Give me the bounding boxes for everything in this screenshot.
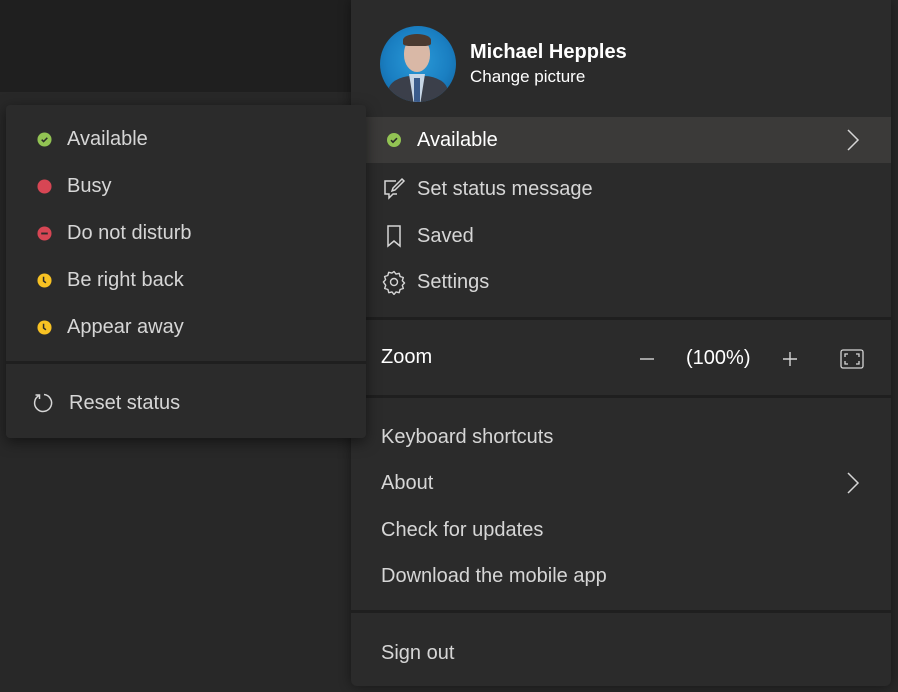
status-option-label: Do not disturb xyxy=(67,221,192,244)
do-not-disturb-icon xyxy=(37,225,52,241)
reset-icon xyxy=(33,393,53,413)
plus-icon xyxy=(783,352,797,366)
sign-out-label: Sign out xyxy=(381,641,455,664)
chevron-right-icon xyxy=(847,129,860,151)
about-item[interactable]: About xyxy=(351,460,891,506)
menu-divider xyxy=(351,395,891,398)
profile-header: Michael Hepples Change picture xyxy=(380,26,627,102)
status-option-label: Busy xyxy=(67,174,112,197)
profile-menu: Michael Hepples Change picture Available… xyxy=(351,0,891,686)
clock-status-icon xyxy=(37,319,52,335)
set-status-message-label: Set status message xyxy=(417,177,593,200)
check-for-updates-item[interactable]: Check for updates xyxy=(351,507,891,553)
avatar[interactable] xyxy=(380,26,456,102)
minus-icon xyxy=(640,358,654,360)
status-submenu: Available Busy Do not disturb Be right b… xyxy=(6,105,366,438)
edit-message-icon xyxy=(381,176,407,202)
zoom-out-button[interactable] xyxy=(633,345,661,373)
status-label: Available xyxy=(417,128,498,151)
download-mobile-app-item[interactable]: Download the mobile app xyxy=(351,553,891,599)
keyboard-shortcuts-item[interactable]: Keyboard shortcuts xyxy=(351,414,891,460)
settings-label: Settings xyxy=(417,270,490,293)
reset-status-button[interactable]: Reset status xyxy=(6,380,366,426)
menu-divider xyxy=(351,610,891,613)
busy-status-icon xyxy=(37,178,52,194)
bookmark-icon xyxy=(381,223,407,249)
status-option-be-right-back[interactable]: Be right back xyxy=(6,257,366,303)
status-menu-item[interactable]: Available xyxy=(351,117,891,163)
zoom-label: Zoom xyxy=(381,346,433,368)
saved-label: Saved xyxy=(417,224,474,247)
clock-status-icon xyxy=(37,272,52,288)
saved-item[interactable]: Saved xyxy=(351,213,891,259)
check-for-updates-label: Check for updates xyxy=(381,518,544,541)
sign-out-button[interactable]: Sign out xyxy=(351,630,891,676)
settings-item[interactable]: Settings xyxy=(351,259,891,305)
status-option-label: Be right back xyxy=(67,268,184,291)
status-option-label: Available xyxy=(67,127,148,150)
status-option-do-not-disturb[interactable]: Do not disturb xyxy=(6,210,366,256)
set-status-message-item[interactable]: Set status message xyxy=(351,166,891,212)
available-status-icon xyxy=(37,131,52,147)
chevron-right-icon xyxy=(847,472,860,494)
reset-status-label: Reset status xyxy=(69,391,181,414)
download-mobile-app-label: Download the mobile app xyxy=(381,564,607,587)
menu-divider xyxy=(351,317,891,320)
status-option-appear-away[interactable]: Appear away xyxy=(6,304,366,350)
status-option-label: Appear away xyxy=(67,315,184,338)
zoom-row: Zoom (100%) xyxy=(351,336,891,382)
fullscreen-button[interactable] xyxy=(838,345,866,373)
profile-name: Michael Hepples xyxy=(470,41,627,63)
zoom-value: (100%) xyxy=(686,347,751,369)
zoom-in-button[interactable] xyxy=(776,345,804,373)
status-option-busy[interactable]: Busy xyxy=(6,163,366,209)
keyboard-shortcuts-label: Keyboard shortcuts xyxy=(381,425,554,448)
fullscreen-icon xyxy=(840,349,864,369)
app-header-background xyxy=(0,0,360,92)
about-label: About xyxy=(381,471,434,494)
available-status-icon xyxy=(381,127,407,153)
submenu-divider xyxy=(6,361,366,364)
status-option-available[interactable]: Available xyxy=(6,116,366,162)
change-picture-link[interactable]: Change picture xyxy=(470,65,627,89)
gear-icon xyxy=(381,269,407,295)
